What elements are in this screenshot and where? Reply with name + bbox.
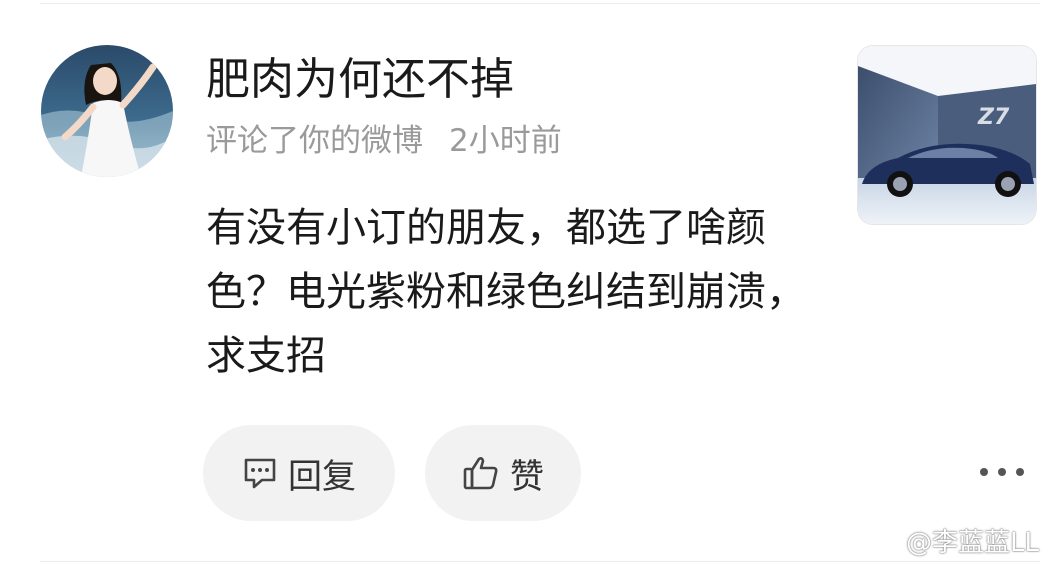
top-divider: [40, 3, 1040, 4]
reply-button[interactable]: 回复: [203, 425, 395, 521]
comment-icon: [242, 456, 278, 490]
action-text: 评论了你的微博: [206, 123, 423, 159]
timestamp: 2小时前: [449, 123, 562, 159]
comment-text: 有没有小订的朋友，都选了啥颜色？电光紫粉和绿色纠结到崩溃，求支招: [206, 205, 806, 379]
weibo-logo-icon: [866, 526, 900, 554]
reply-label: 回复: [288, 456, 356, 497]
watermark-text: @李蓝蓝LL: [906, 527, 1039, 558]
thumbs-up-icon: [462, 455, 500, 491]
weibo-thumbnail[interactable]: Z7: [857, 45, 1037, 225]
avatar[interactable]: [41, 45, 173, 177]
bottom-divider: [40, 561, 1040, 562]
like-button[interactable]: 赞: [425, 425, 581, 521]
comment-notification: 肥肉为何还不掉 评论了你的微博 2小时前 有没有小订的朋友，都选了啥颜色？电光紫粉…: [0, 0, 1060, 564]
more-options-icon[interactable]: [980, 460, 1024, 484]
watermark: @李蓝蓝LL: [866, 522, 1039, 558]
like-label: 赞: [510, 456, 544, 497]
thumbnail-caption: Z7: [977, 105, 1010, 130]
comment-meta: 评论了你的微博 2小时前: [206, 120, 562, 162]
user-name[interactable]: 肥肉为何还不掉: [206, 52, 514, 108]
